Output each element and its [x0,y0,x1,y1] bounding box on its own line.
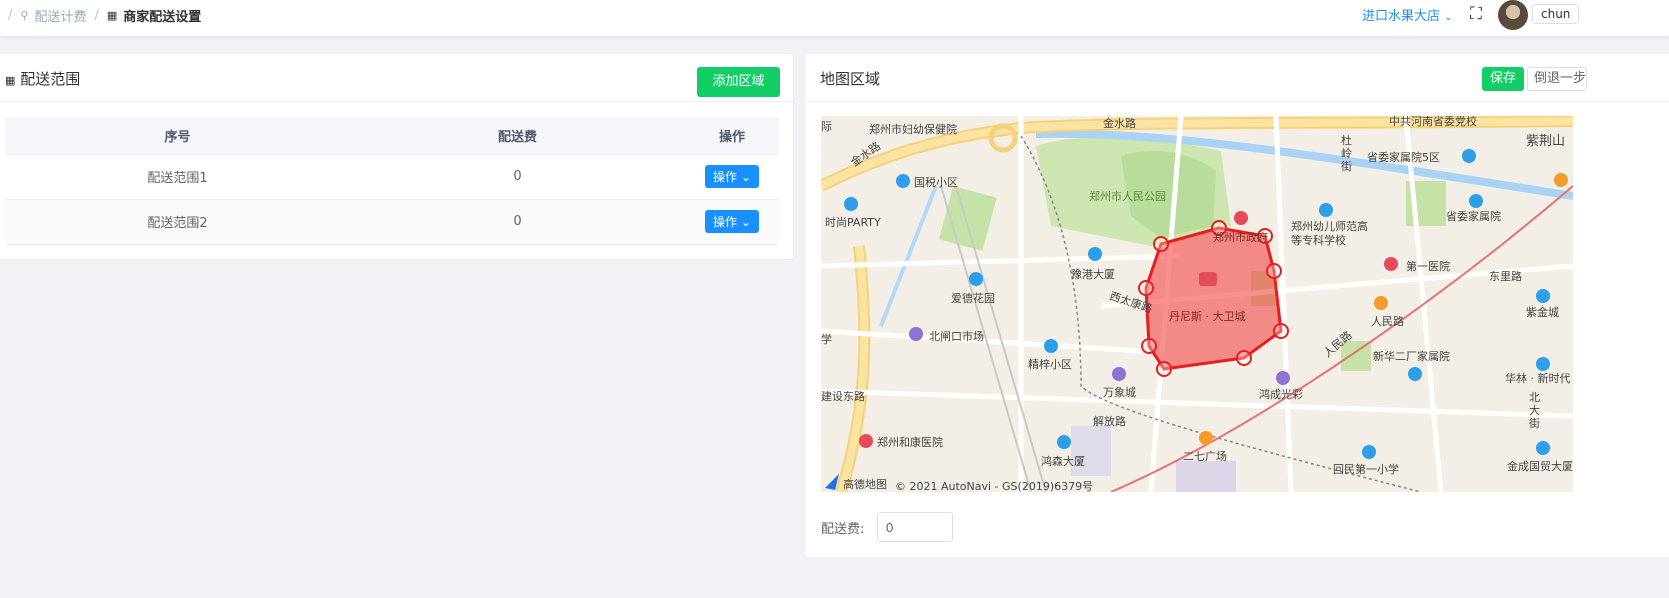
avatar[interactable] [1498,0,1528,30]
column-header-fee: 配送费 [350,117,685,155]
polygon-vertex-handle[interactable] [1211,220,1227,236]
divider [0,101,793,102]
chevron-down-icon: ⌄ [740,170,751,184]
canal [879,185,938,327]
range-name: 配送范围1 [5,154,350,200]
breadcrumb-separator: / [8,8,13,23]
building-area [1071,426,1111,476]
table-row: 配送范围1 0 操作 ⌄ [5,154,779,200]
store-selector[interactable]: 进口水果大店 ⌄ [1362,5,1453,24]
market-icon [909,327,923,341]
building-icon [1536,357,1550,371]
mall-icon [1276,371,1290,385]
fee-label: 配送费: [821,522,865,537]
action-label: 操作 [713,215,738,229]
map-svg[interactable] [821,116,1573,492]
polygon-vertex-handle[interactable] [1273,323,1289,339]
building-icon [844,197,858,211]
map-icon: ▦ [106,9,118,22]
store-name: 进口水果大店 [1362,9,1441,24]
action-dropdown-button[interactable]: 操作 ⌄ [705,210,759,233]
map-canvas[interactable]: 际 郑州市妇幼保健院 金水路 金水路 国税小区 郑州市人民公园 时尚PARTY … [821,116,1573,492]
building-icon [1057,435,1071,449]
delivery-fee-input[interactable] [877,512,953,542]
top-bar: / ⚲ 配送计费 / ▦ 商家配送设置 进口水果大店 ⌄ ⛶ chun [0,0,1669,36]
polygon-vertex-handle[interactable] [1138,280,1154,296]
chevron-down-icon: ⌄ [1444,12,1453,23]
column-header-action: 操作 [685,117,779,155]
delivery-range-table: 序号 配送费 操作 配送范围1 0 操作 ⌄ 配送范围2 0 操作 ⌄ [5,117,779,245]
add-area-button[interactable]: 添加区域 [697,67,780,97]
star-icon [1234,211,1248,225]
fullscreen-icon[interactable]: ⛶ [1470,4,1482,24]
action-label: 操作 [713,170,738,184]
divider [805,101,1669,102]
metro-station-icon [1554,173,1568,187]
chevron-down-icon: ⌄ [740,215,751,229]
metro-station-icon [1374,296,1388,310]
polygon-vertex-handle[interactable] [1153,236,1169,252]
range-fee: 0 [350,199,685,245]
building-icon [1536,289,1550,303]
building-icon [1044,339,1058,353]
polygon-vertex-handle[interactable] [1257,228,1273,244]
building-icon [896,174,910,188]
road [837,245,869,492]
polygon-vertex-handle[interactable] [1156,361,1172,377]
breadcrumb-parent[interactable]: 配送计费 [34,6,86,25]
card-title: ▦ 配送范围 [5,68,80,89]
action-dropdown-button[interactable]: 操作 ⌄ [705,165,759,188]
range-name: 配送范围2 [5,199,350,245]
building-icon [1469,194,1483,208]
polygon-vertex-handle[interactable] [1266,263,1282,279]
metro-station-icon [1199,431,1213,445]
building-icon [969,272,983,286]
map-area-title: 地图区域 [820,70,881,88]
building-area [1176,461,1236,492]
shop-icon [1199,272,1217,286]
school-icon [1319,203,1333,217]
school-icon [1362,445,1376,459]
column-header-index: 序号 [5,117,350,155]
hospital-icon [1384,257,1398,271]
range-fee: 0 [350,154,685,200]
save-button[interactable]: 保存 [1482,67,1524,91]
table-row: 配送范围2 0 操作 ⌄ [5,199,779,245]
undo-button[interactable]: 倒退一步 [1527,67,1587,91]
green-area [938,186,997,251]
map-area-card: 地图区域 保存 倒退一步 际 郑州市妇幼保健院 金水路 金水路 国税小区 郑州市… [804,53,1669,558]
building-icon [1088,247,1102,261]
map-icon: ▦ [5,74,16,87]
building-icon [1408,367,1422,381]
mall-icon [1112,367,1126,381]
polygon-vertex-handle[interactable] [1141,338,1157,354]
delivery-range-card: ▦ 配送范围 添加区域 序号 配送费 操作 配送范围1 0 操作 ⌄ 配送范围2… [0,53,794,260]
username-button[interactable]: chun [1532,4,1580,24]
breadcrumb-current: 商家配送设置 [123,10,202,25]
delivery-range-title: 配送范围 [20,70,81,88]
pin-icon: ⚲ [20,9,29,22]
breadcrumb: / ⚲ 配送计费 / ▦ 商家配送设置 [0,6,201,25]
breadcrumb-separator: / [94,8,99,23]
polygon-vertex-handle[interactable] [1236,350,1252,366]
hospital-icon [859,434,873,448]
building-icon [1536,441,1550,455]
building-icon [1462,149,1476,163]
